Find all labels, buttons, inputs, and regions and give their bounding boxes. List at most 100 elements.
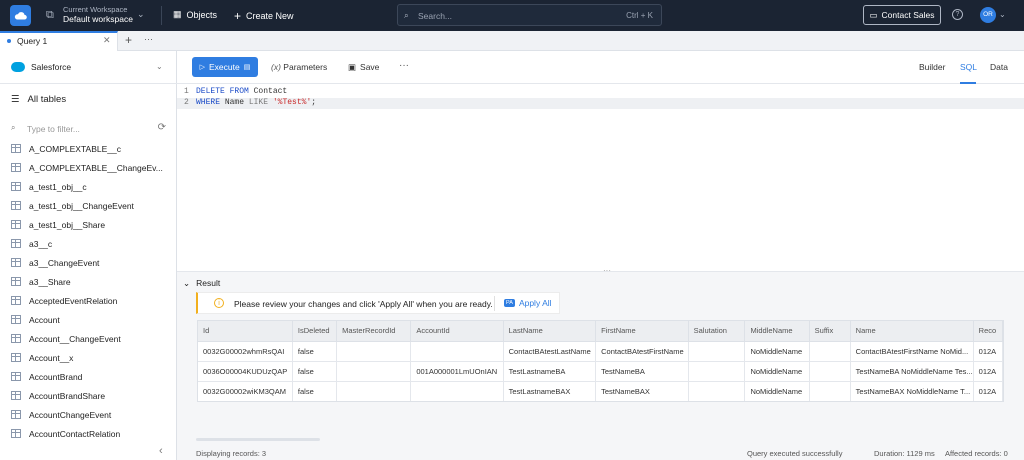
table-cell[interactable]: 012A	[973, 381, 1003, 401]
horizontal-scrollbar[interactable]	[196, 438, 320, 441]
table-cell[interactable]	[410, 341, 504, 362]
table-cell[interactable]: TestLastnameBAX	[503, 381, 597, 401]
more-icon[interactable]: ···	[144, 34, 153, 44]
column-header[interactable]: AccountId	[410, 321, 504, 342]
table-cell[interactable]: false	[292, 341, 338, 362]
table-cell[interactable]: 0036O00004KUDUzQAP	[198, 361, 293, 382]
list-item[interactable]: a_test1_obj__c	[0, 177, 177, 196]
result-header[interactable]: ⌄ Result	[183, 278, 220, 289]
list-item[interactable]: a3__c	[0, 234, 177, 253]
table-cell[interactable]	[410, 381, 504, 401]
tab-builder[interactable]: Builder	[919, 62, 945, 72]
list-item[interactable]: Account	[0, 310, 177, 329]
table-name: AccountBrand	[29, 371, 83, 382]
table-cell[interactable]	[336, 341, 412, 362]
table-cell[interactable]: TestLastnameBA	[503, 361, 597, 382]
list-item[interactable]: Account__ChangeEvent	[0, 329, 177, 348]
table-cell[interactable]: 001A000001LmUOnIAN	[410, 361, 504, 382]
app-logo[interactable]	[10, 5, 31, 26]
list-item[interactable]: AccountBrandShare	[0, 386, 177, 405]
more-icon[interactable]: ···	[399, 60, 409, 71]
table-cell[interactable]: 012A	[973, 341, 1003, 362]
global-search-input[interactable]: ⌕ Search... Ctrl + K	[397, 4, 662, 26]
table-cell[interactable]: 012A	[973, 361, 1003, 382]
table-icon	[11, 296, 21, 305]
table-cell[interactable]: ContactBAtestLastName	[503, 341, 597, 362]
list-item[interactable]: a3__Share	[0, 272, 177, 291]
tab-data[interactable]: Data	[990, 62, 1008, 72]
chevron-down-icon[interactable]: ⌄	[999, 10, 1006, 19]
table-cell[interactable]: NoMiddleName	[744, 341, 810, 362]
salesforce-logo-icon	[11, 62, 25, 72]
table-cell[interactable]: TestNameBAX NoMiddleName T...	[850, 381, 974, 401]
list-item[interactable]: AccountBrand	[0, 367, 177, 386]
parameters-button[interactable]: (x) Parameters	[271, 62, 327, 72]
column-header[interactable]: IsDeleted	[292, 321, 338, 342]
column-header[interactable]: MasterRecordId	[336, 321, 412, 342]
table-cell[interactable]: ContactBAtestFirstName	[595, 341, 689, 362]
execute-button[interactable]: ▷ Execute ▤	[192, 57, 258, 77]
table-cell[interactable]	[688, 361, 746, 382]
column-header[interactable]: Salutation	[688, 321, 746, 342]
code-line[interactable]: 1 DELETE FROM Contact	[177, 87, 1024, 98]
list-item[interactable]: A_COMPLEXTABLE__ChangeEv...	[0, 158, 177, 177]
refresh-icon[interactable]: ⟳	[158, 122, 166, 133]
code-line[interactable]: 2 WHERE Name LIKE '%Test%';	[177, 98, 1024, 109]
table-cell[interactable]: NoMiddleName	[744, 381, 810, 401]
avatar[interactable]: OR	[980, 7, 996, 23]
column-header[interactable]: FirstName	[595, 321, 689, 342]
table-cell[interactable]: false	[292, 361, 338, 382]
table-cell[interactable]	[336, 381, 412, 401]
table-cell[interactable]	[809, 341, 851, 362]
apply-all-button[interactable]: PA Apply All	[504, 298, 552, 308]
column-header[interactable]: Suffix	[809, 321, 851, 342]
table-cell[interactable]	[809, 361, 851, 382]
column-header[interactable]: MiddleName	[744, 321, 810, 342]
collapse-panel-icon[interactable]: ‹	[159, 445, 163, 457]
list-item[interactable]: Account__x	[0, 348, 177, 367]
chevron-down-icon[interactable]: ⌄	[137, 9, 145, 20]
tab-sql[interactable]: SQL	[960, 62, 977, 72]
column-header[interactable]: Id	[198, 321, 293, 342]
table-cell[interactable]	[336, 361, 412, 382]
table-row[interactable]: 0032G00002wiKM3QAM false TestLastnameBAX Te…	[198, 381, 1003, 401]
objects-button[interactable]: ▦ Objects	[173, 9, 217, 20]
connection-selector[interactable]: Salesforce ⌄	[0, 51, 177, 84]
sql-editor[interactable]: 1 DELETE FROM Contact 2 WHERE Name LIKE '%T…	[177, 84, 1024, 271]
all-tables-header[interactable]: ☰ All tables	[11, 94, 66, 105]
column-header[interactable]: Reco	[973, 321, 1003, 342]
list-item[interactable]: a3__ChangeEvent	[0, 253, 177, 272]
table-cell[interactable]	[688, 381, 746, 401]
table-cell[interactable]: 0032G00002wiKM3QAM	[198, 381, 293, 401]
list-item[interactable]: a_test1_obj__ChangeEvent	[0, 196, 177, 215]
add-tab-button[interactable]: +	[125, 33, 132, 47]
table-cell[interactable]: TestNameBA NoMiddleName Tes...	[850, 361, 974, 382]
column-header[interactable]: LastName	[503, 321, 597, 342]
workspace-selector[interactable]: Default workspace	[63, 14, 133, 24]
table-row[interactable]: 0032G00002whmRsQAI false ContactBAtestLast…	[198, 341, 1003, 362]
table-cell[interactable]	[809, 381, 851, 401]
help-icon[interactable]: ?	[952, 9, 963, 20]
contact-sales-button[interactable]: ▭ Contact Sales	[863, 5, 941, 25]
list-item[interactable]: AcceptedEventRelation	[0, 291, 177, 310]
table-cell[interactable]: 0032G00002whmRsQAI	[198, 341, 293, 362]
list-item[interactable]: a_test1_obj__Share	[0, 215, 177, 234]
save-button[interactable]: ▣ Save	[348, 62, 379, 73]
table-cell[interactable]: NoMiddleName	[744, 361, 810, 382]
create-new-button[interactable]: + Create New	[234, 9, 294, 23]
contact-sales-label: Contact Sales	[881, 10, 935, 20]
table-cell[interactable]: TestNameBAX	[595, 381, 689, 401]
table-row[interactable]: 0036O00004KUDUzQAP false 001A000001LmUOnIA…	[198, 361, 1003, 382]
list-item[interactable]: AccountChangeEvent	[0, 405, 177, 424]
query-status: Query executed successfully	[747, 449, 843, 458]
list-item[interactable]: AccountContactRelation	[0, 424, 177, 443]
table-cell[interactable]: false	[292, 381, 338, 401]
close-icon[interactable]: ✕	[103, 35, 111, 46]
tab-query-1[interactable]: Query 1 ✕	[0, 31, 118, 51]
table-cell[interactable]: TestNameBA	[595, 361, 689, 382]
table-cell[interactable]	[688, 341, 746, 362]
table-filter-input[interactable]: ⌕ Type to filter... ⟳	[11, 122, 166, 137]
column-header[interactable]: Name	[850, 321, 974, 342]
list-item[interactable]: A_COMPLEXTABLE__c	[0, 139, 177, 158]
table-cell[interactable]: ContactBAtestFirstName NoMid...	[850, 341, 974, 362]
